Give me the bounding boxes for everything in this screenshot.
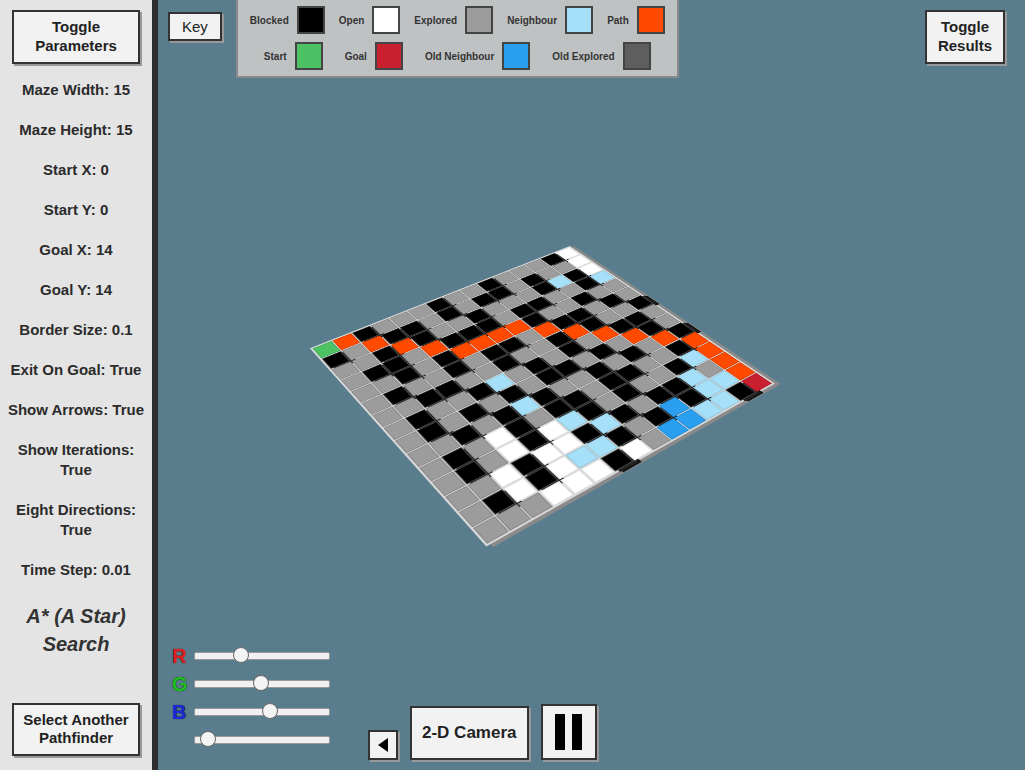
legend-row: Start Goal Old Neighbour Old Explored <box>250 42 665 70</box>
pause-button[interactable] <box>541 704 597 760</box>
legend-swatch <box>465 6 493 34</box>
legend-swatch <box>295 42 323 70</box>
legend-item: Blocked <box>250 6 325 34</box>
legend-item: Start <box>264 42 323 70</box>
top-bar: Key Blocked Open Explored Neighbour Path Start… <box>158 0 1025 90</box>
legend-swatch <box>502 42 530 70</box>
parameter-item: Eight Directions: True <box>0 500 152 540</box>
slider-row: R <box>172 646 330 666</box>
parameter-list: Maze Width: 15 Maze Height: 15 Start X: 0 S… <box>0 80 152 580</box>
toggle-results-button[interactable]: Toggle Results <box>925 10 1005 64</box>
legend-swatch <box>637 6 665 34</box>
parameter-item: Maze Width: 15 <box>0 80 152 100</box>
legend-item: Open <box>339 6 401 34</box>
stage: Key Blocked Open Explored Neighbour Path Start… <box>158 0 1025 770</box>
legend-label: Path <box>607 15 629 26</box>
slider-track[interactable] <box>194 652 330 660</box>
key-button[interactable]: Key <box>168 12 222 41</box>
parameters-panel: Toggle Parameters Maze Width: 15 Maze Heig… <box>0 0 158 770</box>
parameter-item: Border Size: 0.1 <box>0 320 152 340</box>
toggle-parameters-button[interactable]: Toggle Parameters <box>12 10 140 64</box>
legend-label: Blocked <box>250 15 289 26</box>
slider-thumb[interactable] <box>262 703 278 719</box>
legend-item: Old Neighbour <box>425 42 530 70</box>
pause-icon <box>555 714 582 750</box>
parameter-item: Start Y: 0 <box>0 200 152 220</box>
maze-view <box>158 90 1025 640</box>
parameter-item: Maze Height: 15 <box>0 120 152 140</box>
legend-label: Explored <box>414 15 457 26</box>
parameter-item: Show Arrows: True <box>0 400 152 420</box>
slider-label: G <box>172 673 188 696</box>
color-sliders: RGB <box>172 646 330 760</box>
algorithm-title: A* (A Star) Search <box>11 602 141 658</box>
slider-thumb[interactable] <box>233 647 249 663</box>
legend-item: Neighbour <box>507 6 593 34</box>
slider-thumb[interactable] <box>253 675 269 691</box>
legend-label: Start <box>264 51 287 62</box>
parameter-item: Time Step: 0.01 <box>0 560 152 580</box>
legend-swatch <box>565 6 593 34</box>
legend-item: Goal <box>345 42 403 70</box>
legend-label: Neighbour <box>507 15 557 26</box>
slider-track[interactable] <box>194 736 330 744</box>
select-pathfinder-button[interactable]: Select Another Pathfinder <box>12 703 140 757</box>
legend-label: Old Neighbour <box>425 51 494 62</box>
maze-grid <box>310 246 775 546</box>
back-arrow-icon <box>376 737 390 753</box>
legend-item: Explored <box>414 6 493 34</box>
legend-label: Open <box>339 15 365 26</box>
parameter-item: Goal X: 14 <box>0 240 152 260</box>
slider-row: B <box>172 702 330 722</box>
slider-track[interactable] <box>194 680 330 688</box>
legend-swatch <box>375 42 403 70</box>
camera-button[interactable]: 2-D Camera <box>410 706 529 760</box>
slider-label: R <box>172 645 188 668</box>
legend-label: Goal <box>345 51 367 62</box>
legend-row: Blocked Open Explored Neighbour Path <box>250 6 665 34</box>
pathfinder-app: Toggle Parameters Maze Width: 15 Maze Heig… <box>0 0 1025 770</box>
slider-label: B <box>172 701 188 724</box>
parameter-item: Show Iterations: True <box>0 440 152 480</box>
slider-track[interactable] <box>194 708 330 716</box>
back-button[interactable] <box>368 730 398 760</box>
slider-row: G <box>172 674 330 694</box>
slider-row <box>172 730 330 750</box>
parameter-item: Exit On Goal: True <box>0 360 152 380</box>
legend-label: Old Explored <box>552 51 614 62</box>
legend-item: Path <box>607 6 665 34</box>
legend-item: Old Explored <box>552 42 650 70</box>
legend-swatch <box>372 6 400 34</box>
legend-swatch <box>623 42 651 70</box>
legend: Blocked Open Explored Neighbour Path Start Goa… <box>236 0 679 78</box>
playback-controls: 2-D Camera <box>368 704 597 760</box>
slider-thumb[interactable] <box>200 731 216 747</box>
parameter-item: Goal Y: 14 <box>0 280 152 300</box>
legend-swatch <box>297 6 325 34</box>
parameter-item: Start X: 0 <box>0 160 152 180</box>
bottom-bar: RGB 2-D Camera <box>158 640 1025 770</box>
